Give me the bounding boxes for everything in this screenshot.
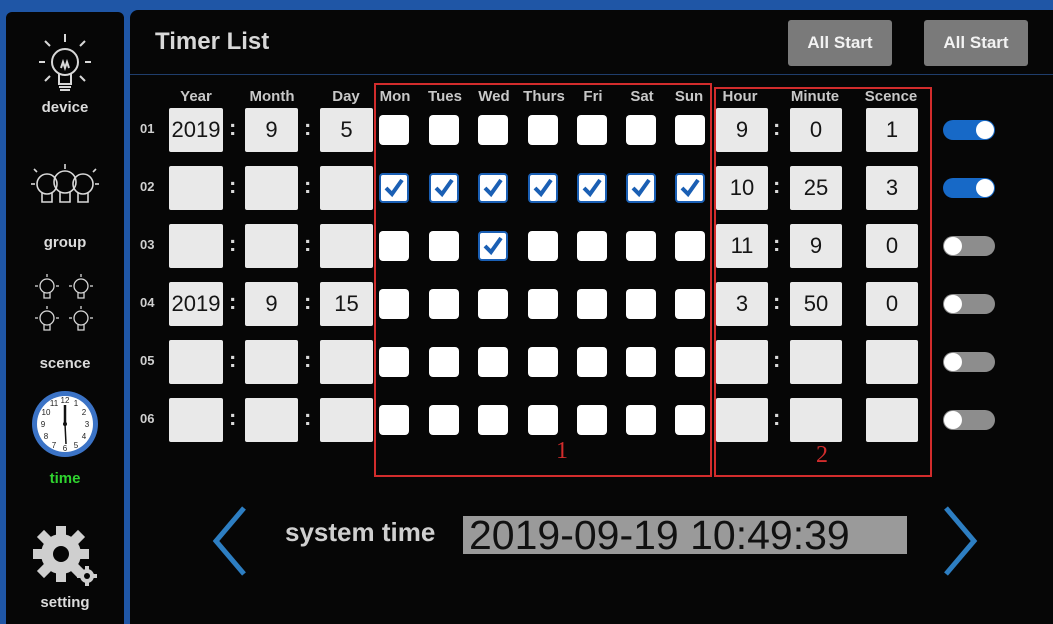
toggle-knob [944, 353, 962, 371]
toggle-knob [944, 411, 962, 429]
timer-enable-toggle[interactable] [943, 352, 995, 372]
toggle-knob [944, 295, 962, 313]
separator: : [304, 347, 312, 372]
sidebar-label-group: group [43, 234, 87, 251]
separator: : [229, 115, 237, 140]
annotation-box-days [374, 83, 712, 477]
bulb-group-icon [31, 164, 99, 203]
annotation-box-time [714, 87, 932, 477]
svg-text:11: 11 [50, 399, 59, 408]
day-field[interactable] [320, 224, 373, 268]
month-field[interactable] [245, 398, 298, 442]
sidebar-item-group[interactable]: group [6, 160, 124, 251]
sidebar-label-time: time [49, 470, 81, 487]
timer-enable-toggle[interactable] [943, 236, 995, 256]
all-start-button-2[interactable]: All Start [924, 20, 1028, 66]
column-year: Year [180, 88, 212, 105]
toggle-knob [976, 121, 994, 139]
svg-text:1: 1 [74, 399, 79, 408]
svg-text:4: 4 [82, 432, 87, 441]
sidebar-item-scence[interactable]: scence [6, 270, 124, 372]
year-field[interactable] [169, 166, 223, 210]
day-field[interactable] [320, 340, 373, 384]
page-title: Timer List [155, 28, 270, 55]
svg-text:9: 9 [41, 420, 46, 429]
separator: : [229, 405, 237, 430]
svg-text:8: 8 [44, 432, 49, 441]
header-divider [130, 74, 1053, 75]
chevron-left-icon[interactable] [210, 504, 250, 578]
row-number: 02 [140, 179, 155, 194]
timer-enable-toggle[interactable] [943, 120, 995, 140]
year-field[interactable] [169, 398, 223, 442]
day-field[interactable]: 5 [320, 108, 373, 152]
row-number: 04 [140, 295, 155, 310]
row-number: 05 [140, 353, 155, 368]
annotation-label-1: 1 [556, 438, 568, 464]
year-field[interactable]: 2019 [169, 108, 223, 152]
separator: : [304, 289, 312, 314]
separator: : [304, 115, 312, 140]
separator: : [229, 173, 237, 198]
svg-text:3: 3 [85, 420, 90, 429]
sidebar: device group scence 12 1 2 3 4 5 6 7 8 9… [6, 12, 124, 624]
all-start-button[interactable]: All Start [788, 20, 892, 66]
year-field[interactable]: 2019 [169, 282, 223, 326]
column-month: Month [249, 88, 295, 105]
month-field[interactable]: 9 [245, 282, 298, 326]
svg-text:10: 10 [42, 408, 51, 417]
svg-text:2: 2 [82, 408, 87, 417]
sidebar-label-device: device [41, 99, 89, 116]
clock-icon: 12 12 345 678 91011 [32, 391, 98, 457]
timer-panel: Timer List All Start All Start Year Mont… [130, 10, 1053, 624]
system-time-label: system time [285, 517, 436, 547]
timer-enable-toggle[interactable] [943, 178, 995, 198]
separator: : [304, 405, 312, 430]
row-number: 06 [140, 411, 155, 426]
separator: : [229, 231, 237, 256]
toggle-knob [976, 179, 994, 197]
day-field[interactable]: 15 [320, 282, 373, 326]
sidebar-label-setting: setting [40, 594, 90, 611]
gear-icon [33, 526, 97, 586]
separator: : [229, 289, 237, 314]
timer-enable-toggle[interactable] [943, 410, 995, 430]
day-field[interactable] [320, 398, 373, 442]
bulbs-grid-icon [35, 274, 93, 331]
separator: : [304, 173, 312, 198]
annotation-label-2: 2 [816, 442, 828, 468]
month-field[interactable] [245, 224, 298, 268]
toggle-knob [944, 237, 962, 255]
month-field[interactable] [245, 340, 298, 384]
separator: : [229, 347, 237, 372]
timer-enable-toggle[interactable] [943, 294, 995, 314]
row-number: 03 [140, 237, 155, 252]
year-field[interactable] [169, 340, 223, 384]
svg-text:5: 5 [74, 441, 79, 450]
svg-text:12: 12 [61, 396, 70, 405]
sidebar-label-scence: scence [39, 355, 91, 372]
row-number: 01 [140, 121, 155, 136]
svg-text:6: 6 [63, 444, 68, 453]
day-field[interactable] [320, 166, 373, 210]
sidebar-item-device[interactable]: device [6, 28, 124, 116]
sidebar-item-time[interactable]: 12 1 2 345 678 9 10 11 time [6, 388, 124, 487]
separator: : [304, 231, 312, 256]
month-field[interactable]: 9 [245, 108, 298, 152]
year-field[interactable] [169, 224, 223, 268]
svg-text:7: 7 [52, 441, 57, 450]
month-field[interactable] [245, 166, 298, 210]
system-time-value: 2019-09-19 10:49:39 [463, 516, 907, 554]
sidebar-item-setting[interactable]: setting [6, 522, 124, 611]
chevron-right-icon[interactable] [940, 504, 980, 578]
